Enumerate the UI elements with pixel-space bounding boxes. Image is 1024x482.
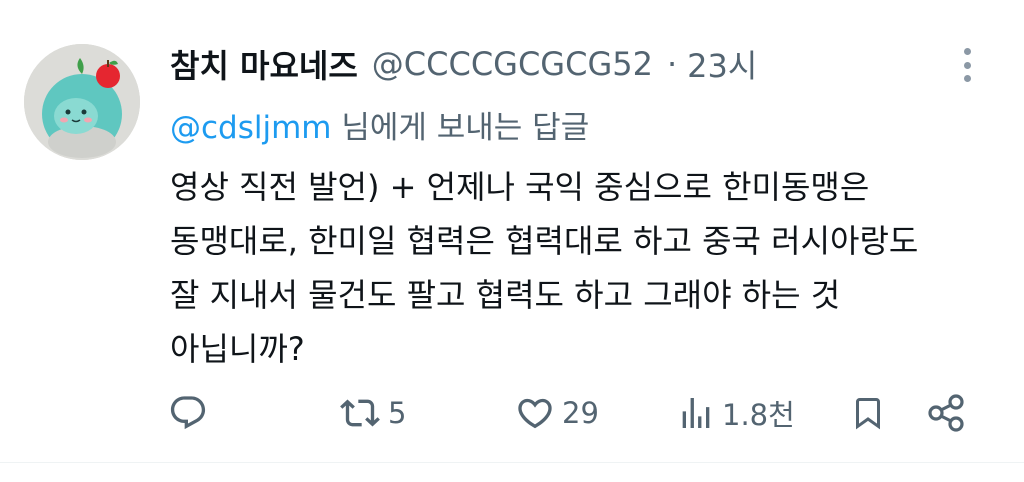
reply-context-suffix: 님에게 보내는 답글: [331, 110, 590, 146]
separator-dot: ·: [666, 45, 678, 83]
share-icon: [928, 394, 964, 432]
reply-context: @cdsljmm 님에게 보내는 답글: [170, 102, 589, 147]
views-button[interactable]: 1.8천: [676, 388, 795, 438]
action-bar: 5 29 1.8천: [0, 388, 1024, 438]
reply-icon: [170, 396, 206, 430]
tweet-header: 참치 마요네즈 @CCCCGCGCG52 · 23시: [170, 42, 757, 86]
retweet-button[interactable]: 5: [338, 388, 406, 438]
tweet-text-line: 아닙니까?: [170, 330, 305, 368]
retweet-icon: [340, 399, 380, 427]
reply-mention-link[interactable]: @cdsljmm: [170, 110, 332, 146]
like-count: 29: [562, 396, 599, 430]
tweet-text-line: 동맹대로, 한미일 협력은 협력대로 하고 중국 러시아랑도: [170, 222, 919, 260]
share-button[interactable]: [926, 388, 968, 438]
more-vertical-icon[interactable]: [950, 44, 984, 86]
tweet-text: 영상 직전 발언) + 언제나 국익 중심으로 한미동맹은 동맹대로, 한미일 …: [170, 160, 1000, 376]
like-button[interactable]: 29: [514, 388, 599, 438]
views-icon: [682, 398, 710, 428]
heart-icon: [518, 398, 552, 429]
views-count: 1.8천: [722, 398, 795, 432]
reply-button[interactable]: [168, 388, 208, 438]
bookmark-icon: [856, 398, 880, 430]
avatar-plush-image: [24, 44, 140, 160]
user-handle[interactable]: @CCCCGCGCG52: [372, 45, 653, 83]
tweet[interactable]: 참치 마요네즈 @CCCCGCGCG52 · 23시 @cdsljmm 님에게 …: [0, 0, 1024, 462]
bookmark-button[interactable]: [850, 388, 886, 438]
avatar[interactable]: [24, 44, 140, 160]
tweet-text-line: 영상 직전 발언) + 언제나 국익 중심으로 한미동맹은: [170, 168, 870, 206]
tweet-divider: [0, 462, 1024, 463]
display-name[interactable]: 참치 마요네즈: [170, 41, 358, 87]
timestamp[interactable]: 23시: [687, 41, 757, 87]
retweet-count: 5: [388, 396, 407, 430]
tweet-text-line: 잘 지내서 물건도 팔고 협력도 하고 그래야 하는 것: [170, 276, 841, 314]
